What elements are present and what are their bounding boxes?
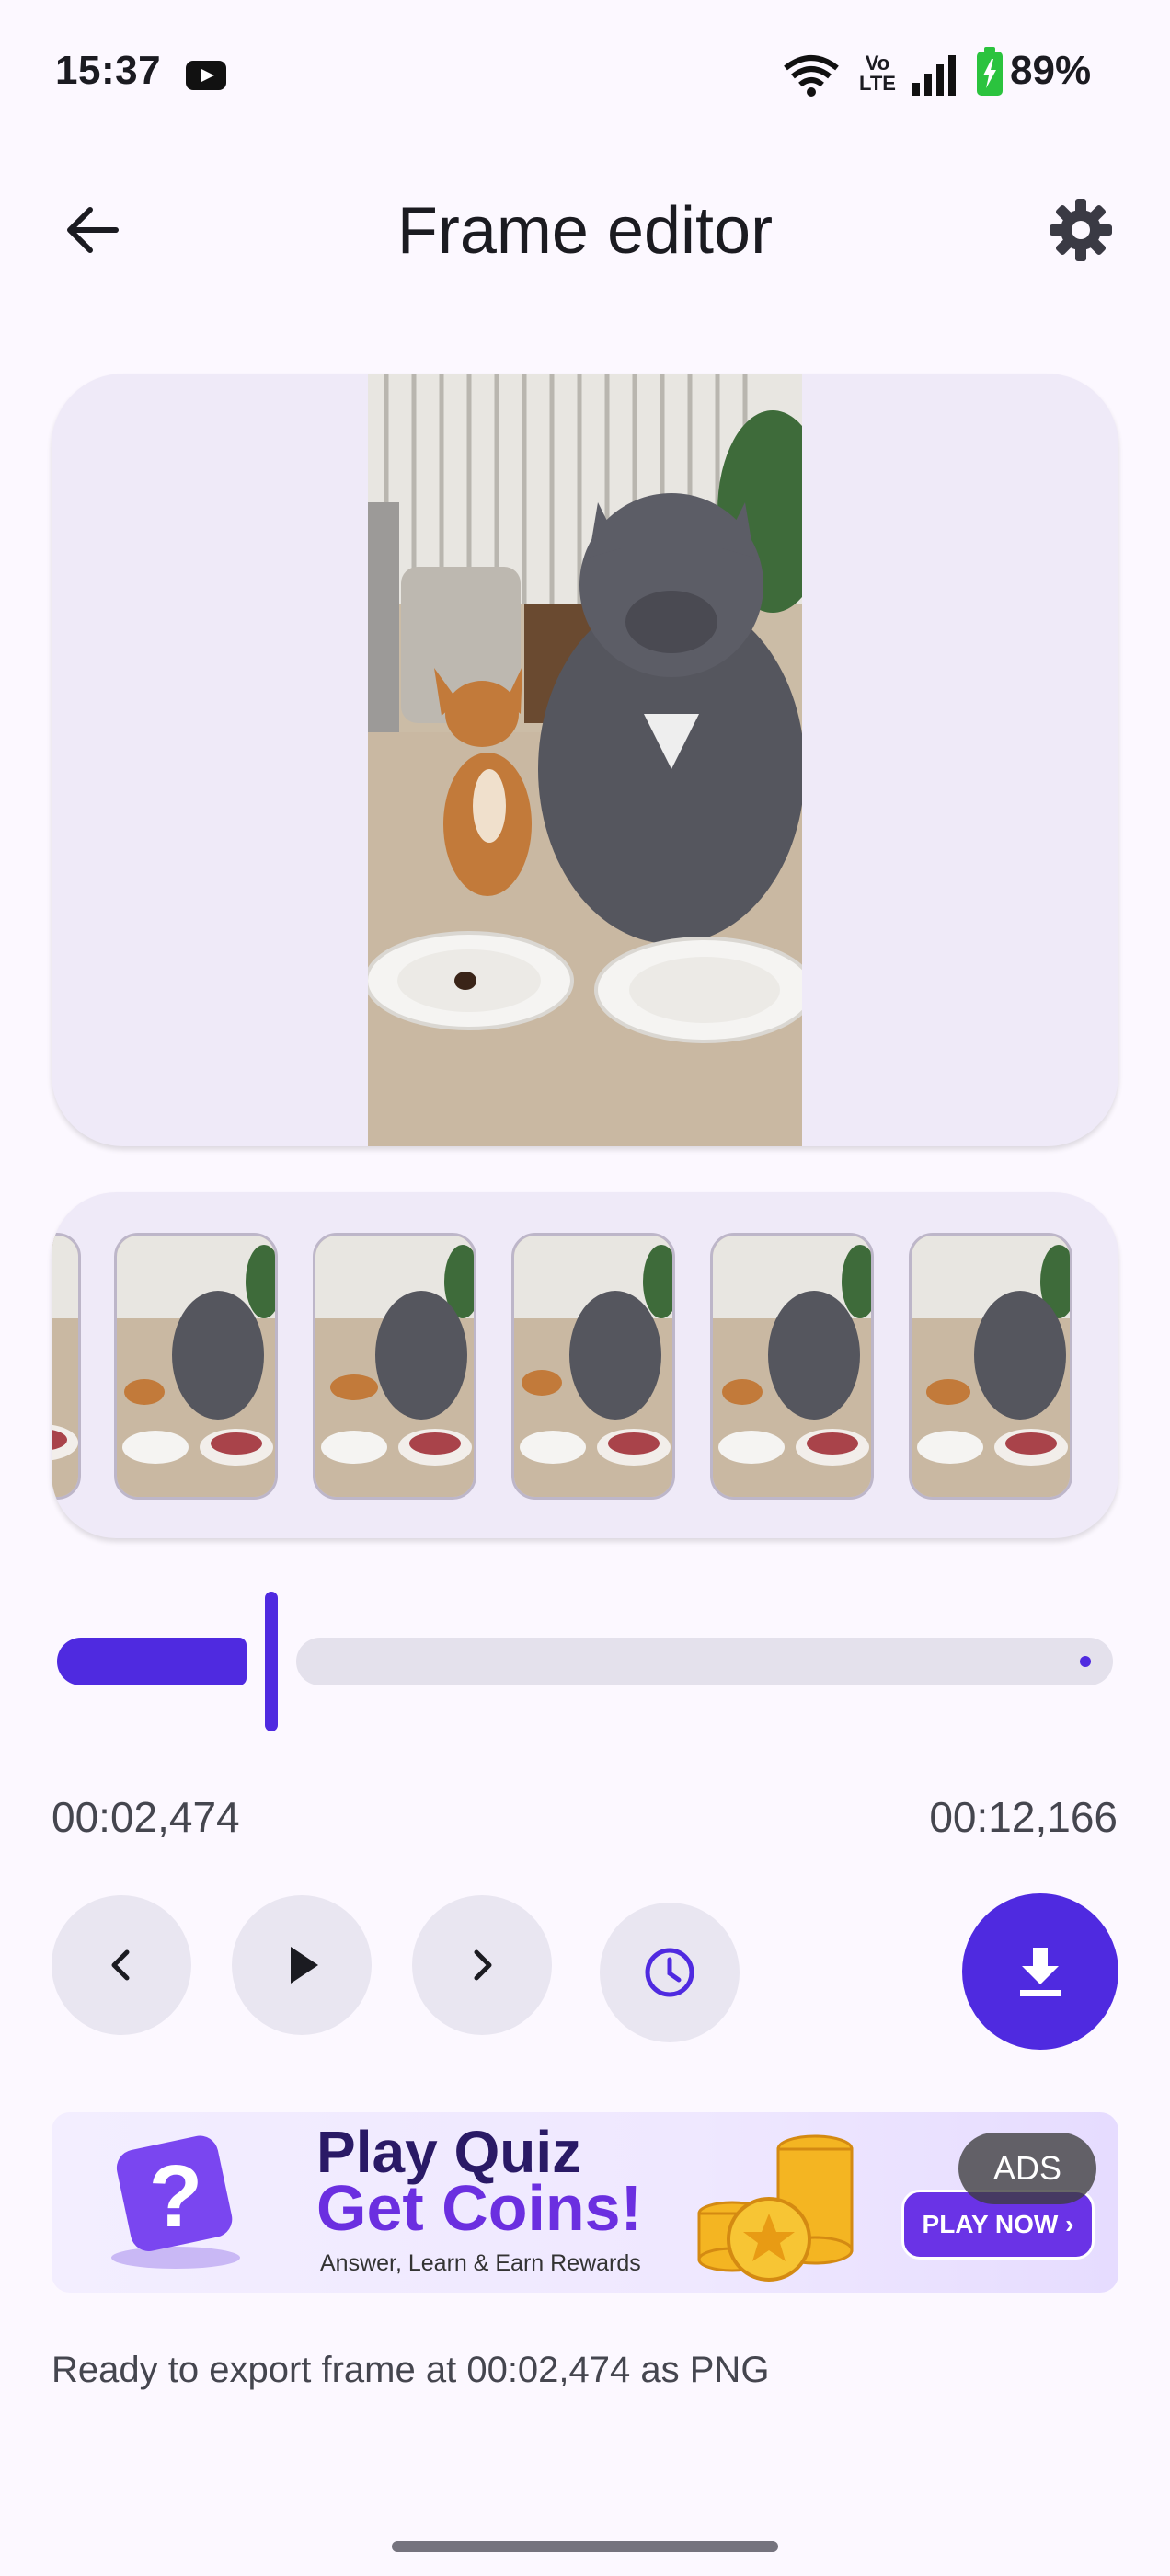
frame-image [368,374,802,1146]
quiz-question-icon: ? [111,2135,240,2269]
play-button[interactable] [232,1895,372,2035]
download-icon [1020,1948,1061,1996]
frame-preview[interactable] [52,374,1118,1146]
export-frame-button[interactable] [962,1893,1118,2050]
chevron-left-icon [111,1949,130,1981]
ads-badge: ADS [958,2133,1096,2204]
settings-button[interactable] [1030,184,1131,276]
battery-percent: 89% [1010,48,1092,93]
thumbnail-frame[interactable] [52,1233,81,1500]
chevron-right-icon [474,1949,492,1981]
svg-text:?: ? [149,2147,203,2246]
youtube-icon [186,61,226,90]
previous-frame-button[interactable] [52,1895,191,2035]
timeline-end-marker [1080,1656,1091,1667]
thumbnail-frame[interactable] [710,1233,874,1500]
play-icon [291,1947,318,1984]
frame-thumbnail-strip[interactable] [52,1192,1118,1538]
gear-icon [1050,199,1112,261]
ad-banner[interactable]: ? Play Quiz Get Coins! Answer, Learn & E… [52,2112,1118,2293]
timeline-track[interactable] [296,1638,1113,1685]
page-title: Frame editor [396,194,774,268]
thumbnail-frame[interactable] [909,1233,1072,1500]
battery-icon [977,47,1003,96]
next-frame-button[interactable] [412,1895,552,2035]
export-status: Ready to export frame at 00:02,474 as PN… [52,2350,770,2390]
signal-icon [912,55,956,96]
ad-subheadline: Get Coins! [316,2172,642,2244]
ad-tagline: Answer, Learn & Earn Rewards [320,2250,641,2276]
thumbnail-frame[interactable] [313,1233,476,1500]
thumbnail-frame[interactable] [511,1233,675,1500]
status-time: 15:37 [55,48,162,93]
clock-icon [645,1948,694,1997]
thumbnail-frame[interactable] [114,1233,278,1500]
timeline-handle[interactable] [265,1592,278,1731]
coins-illustration [697,2134,854,2282]
total-duration: 00:12,166 [929,1793,1118,1841]
home-indicator[interactable] [392,2541,778,2552]
wifi-icon [784,55,839,97]
current-time: 00:02,474 [52,1793,240,1841]
timeline-progress [57,1638,247,1685]
go-to-time-button[interactable] [600,1903,740,2042]
volte-icon: Vo LTE [859,52,896,95]
